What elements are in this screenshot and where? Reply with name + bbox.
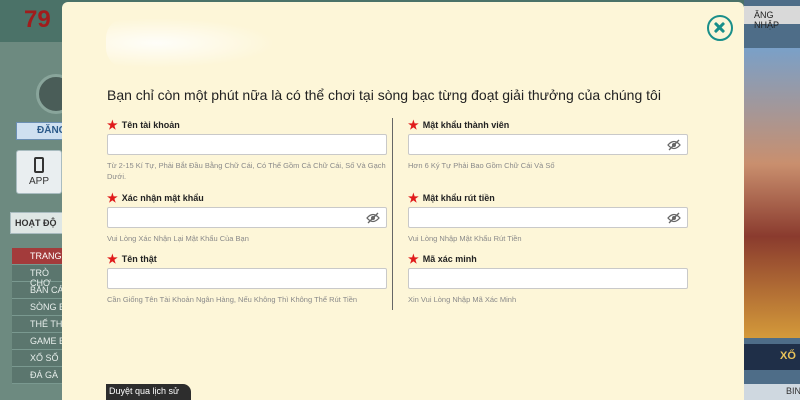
required-star-icon: ★: [107, 118, 118, 132]
phone-icon: [34, 157, 44, 173]
verification-code-field-group: ★ Mã xác minh Xin Vui Lòng Nhập Mã Xác Mi…: [408, 252, 688, 305]
withdraw-password-input[interactable]: [409, 209, 687, 228]
username-hint: Từ 2-15 Kí Tự, Phải Bắt Đầu Bằng Chữ Cái…: [107, 161, 386, 181]
withdraw-password-field-group: ★ Mật khẩu rút tiền Vui Lòng Nhập Mật Khẩ…: [408, 191, 688, 244]
real-name-input[interactable]: [108, 270, 386, 289]
background-activity-tab: HOẠT ĐỘ: [10, 212, 70, 234]
withdraw-password-label: Mật khẩu rút tiền: [422, 193, 495, 203]
browse-history-tab[interactable]: Duyệt qua lịch sử: [106, 384, 192, 400]
registration-modal: Bạn chỉ còn một phút nữa là có thể chơi …: [62, 2, 744, 400]
real-name-hint: Cần Giống Tên Tài Khoản Ngân Hàng, Nếu K…: [107, 295, 358, 304]
username-input[interactable]: [108, 136, 386, 155]
verification-code-label: Mã xác minh: [422, 254, 477, 264]
required-star-icon: ★: [107, 191, 118, 205]
background-right-bottom: BINA: [744, 384, 800, 400]
password-field-group: ★ Mật khẩu thành viên Hơn 6 Ký Tự Phải Ba…: [408, 118, 688, 171]
confirm-password-hint: Vui Lòng Xác Nhận Lại Mật Khẩu Của Bạn: [107, 234, 249, 243]
password-hint: Hơn 6 Ký Tự Phải Bao Gồm Chữ Cái Và Số: [408, 161, 555, 170]
username-label: Tên tài khoản: [121, 120, 180, 130]
eye-hidden-icon[interactable]: [667, 212, 681, 224]
confirm-password-field-group: ★ Xác nhận mật khẩu Vui Lòng Xác Nhận Lại…: [107, 191, 387, 244]
verification-code-input[interactable]: [409, 270, 687, 289]
required-star-icon: ★: [408, 252, 419, 266]
real-name-field-group: ★ Tên thật Cần Giống Tên Tài Khoản Ngân H…: [107, 252, 387, 305]
username-field-group: ★ Tên tài khoản Từ 2-15 Kí Tự, Phải Bắt Đ…: [107, 118, 387, 182]
confirm-password-input[interactable]: [108, 209, 386, 228]
eye-hidden-icon[interactable]: [667, 139, 681, 151]
required-star-icon: ★: [107, 252, 118, 266]
background-app-label: APP: [28, 176, 49, 187]
background-right-login: ĂNG NHẬP: [744, 6, 800, 30]
confirm-password-label: Xác nhận mật khẩu: [121, 193, 204, 203]
modal-logo: [106, 18, 276, 68]
background-banner-image: [744, 48, 800, 338]
column-divider: [392, 118, 393, 310]
eye-hidden-icon[interactable]: [366, 212, 380, 224]
modal-headline: Bạn chỉ còn một phút nữa là có thể chơi …: [107, 87, 661, 103]
required-star-icon: ★: [408, 191, 419, 205]
real-name-label: Tên thật: [121, 254, 157, 264]
password-label: Mật khẩu thành viên: [422, 120, 510, 130]
verification-code-hint: Xin Vui Lòng Nhập Mã Xác Minh: [408, 295, 517, 304]
background-app-tile: APP: [16, 150, 62, 194]
background-right-strip: XỔ: [744, 344, 800, 370]
close-button[interactable]: [707, 15, 733, 41]
password-input[interactable]: [409, 136, 687, 155]
required-star-icon: ★: [408, 118, 419, 132]
background-logo: 79: [24, 6, 51, 33]
withdraw-password-hint: Vui Lòng Nhập Mật Khẩu Rút Tiền: [408, 234, 522, 243]
